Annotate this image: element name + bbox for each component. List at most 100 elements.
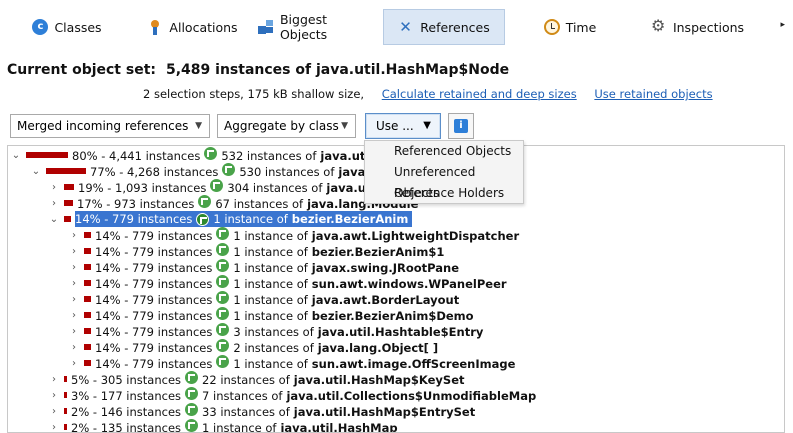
row-percent: 14% - 779 instances xyxy=(95,341,213,355)
use-button[interactable]: Use ... ▼ xyxy=(365,113,441,139)
reference-holder-icon xyxy=(216,323,230,336)
row-content: 14% - 779 instances 2 instances of java.la… xyxy=(95,339,438,355)
row-content: 14% - 779 instances 1 instance of bezier.B… xyxy=(75,211,413,227)
chevron-right-icon[interactable]: › xyxy=(68,230,80,241)
tab-allocations[interactable]: Allocations xyxy=(140,9,245,45)
percentage-bar xyxy=(46,168,86,174)
row-class-name: javax.swing.JRootPane xyxy=(311,261,460,275)
tree-row[interactable]: › 14% - 779 instances 1 instance of javax.s… xyxy=(68,259,459,275)
aggregate-value: Aggregate by class xyxy=(224,119,339,133)
row-content: 5% - 305 instances 22 instances of java.ut… xyxy=(71,371,464,387)
calculate-retained-link[interactable]: Calculate retained and deep sizes xyxy=(382,87,577,101)
chevron-right-icon[interactable]: › xyxy=(68,358,80,369)
chevron-right-icon[interactable]: › xyxy=(48,374,60,385)
chevron-down-icon[interactable]: ⌄ xyxy=(48,214,60,225)
percentage-bar xyxy=(84,232,91,238)
reference-mode-value: Merged incoming references xyxy=(17,119,189,133)
tab-time[interactable]: Time xyxy=(530,9,610,45)
tab-references[interactable]: References xyxy=(383,9,505,45)
tab-label: Classes xyxy=(54,19,102,35)
row-holder-count: 1 instance of xyxy=(233,293,308,307)
row-class-name: bezier.BezierAnim xyxy=(291,212,409,226)
row-class-name: java.util.HashMap$EntrySet xyxy=(293,405,476,419)
object-set-label: Current object set: xyxy=(7,62,156,78)
reference-holder-icon xyxy=(198,195,212,208)
tree-row[interactable]: › 2% - 146 instances 33 instances of java.u… xyxy=(48,403,475,419)
object-set-info: 2 selection steps, 175 kB shallow size, … xyxy=(143,87,713,101)
row-class-name: java.util.HashMap xyxy=(280,421,398,433)
tree-row[interactable]: › 14% - 779 instances 3 instances of java.u… xyxy=(68,323,483,339)
tree-row[interactable]: › 14% - 779 instances 1 instance of sun.awt… xyxy=(68,275,507,291)
row-content: 14% - 779 instances 1 instance of java.awt… xyxy=(95,291,459,307)
chevron-right-icon[interactable]: › xyxy=(48,422,60,433)
chevron-right-icon[interactable]: › xyxy=(68,278,80,289)
menu-item-unreferenced-objects[interactable]: Unreferenced Objects xyxy=(365,162,523,200)
menu-item-referenced-objects[interactable]: Referenced Objects xyxy=(365,141,523,162)
chevron-right-icon[interactable]: › xyxy=(68,310,80,321)
chevron-right-icon[interactable]: › xyxy=(48,390,60,401)
use-menu: Referenced Objects Unreferenced Objects … xyxy=(364,140,524,204)
reference-mode-select[interactable]: Merged incoming references ▼ xyxy=(10,114,210,138)
percentage-bar xyxy=(64,200,73,206)
reference-holder-icon xyxy=(185,387,199,400)
chevron-right-icon[interactable]: › xyxy=(48,198,60,209)
chevron-right-icon[interactable]: › xyxy=(68,246,80,257)
row-holder-count: 1 instance of xyxy=(233,357,308,371)
row-content: 14% - 779 instances 3 instances of java.ut… xyxy=(95,323,483,339)
tab-biggest-objects[interactable]: Biggest Objects xyxy=(258,9,378,45)
chevron-right-icon[interactable]: › xyxy=(68,342,80,353)
time-icon xyxy=(543,19,560,35)
reference-holder-icon xyxy=(216,339,230,352)
view-tabs: c Classes Allocations Biggest Objects Re… xyxy=(0,0,793,54)
current-object-set: Current object set: 5,489 instances of ja… xyxy=(7,62,509,78)
tree-row[interactable]: › 14% - 779 instances 1 instance of java.aw… xyxy=(68,227,519,243)
row-percent: 14% - 779 instances xyxy=(95,325,213,339)
percentage-bar xyxy=(64,408,67,414)
tab-classes[interactable]: c Classes xyxy=(22,9,112,45)
chevron-down-icon[interactable]: ⌄ xyxy=(10,150,22,161)
percentage-bar xyxy=(64,216,71,222)
tree-row[interactable]: › 14% - 779 instances 2 instances of java.l… xyxy=(68,339,438,355)
row-holder-count: 33 instances of xyxy=(202,405,290,419)
tabs-overflow-icon[interactable]: ▸ xyxy=(780,20,785,30)
tree-row[interactable]: › 14% - 779 instances 1 instance of bezier.… xyxy=(68,307,474,323)
percentage-bar xyxy=(64,392,67,398)
chevron-right-icon[interactable]: › xyxy=(48,182,60,193)
tree-row[interactable]: › 3% - 177 instances 7 instances of java.ut… xyxy=(48,387,536,403)
reference-holder-icon xyxy=(216,259,230,272)
selection-steps-text: 2 selection steps, 175 kB shallow size, xyxy=(143,87,365,101)
row-content: 14% - 779 instances 1 instance of sun.awt.… xyxy=(95,355,515,371)
percentage-bar xyxy=(84,328,91,334)
tab-label: Biggest Objects xyxy=(279,12,328,42)
chevron-down-icon[interactable]: ⌄ xyxy=(30,166,42,177)
tree-row[interactable]: › 5% - 305 instances 22 instances of java.u… xyxy=(48,371,464,387)
tab-inspections[interactable]: Inspections xyxy=(645,9,750,45)
chevron-right-icon[interactable]: › xyxy=(48,406,60,417)
tree-row[interactable]: ⌄ 14% - 779 instances 1 instance of bezier.… xyxy=(48,211,413,227)
menu-item-reference-holders[interactable]: Reference Holders xyxy=(365,183,523,204)
tree-row[interactable]: › 14% - 779 instances 1 instance of bezier.… xyxy=(68,243,444,259)
percentage-bar xyxy=(84,312,91,318)
row-class-name: java.lang.Object[ ] xyxy=(317,341,439,355)
object-set-value: 5,489 instances of java.util.HashMap$Nod… xyxy=(166,62,510,78)
row-holder-count: 1 instance of xyxy=(233,277,308,291)
reference-holder-icon xyxy=(216,227,230,240)
row-holder-count: 532 instances of xyxy=(221,149,317,163)
tree-row[interactable]: › 14% - 779 instances 1 instance of java.aw… xyxy=(68,291,459,307)
chevron-right-icon[interactable]: › xyxy=(68,326,80,337)
aggregate-select[interactable]: Aggregate by class ▼ xyxy=(217,114,356,138)
tree-row[interactable]: › 17% - 973 instances 67 instances of java.… xyxy=(48,195,418,211)
use-retained-objects-link[interactable]: Use retained objects xyxy=(594,87,712,101)
row-content: 3% - 177 instances 7 instances of java.uti… xyxy=(71,387,536,403)
row-holder-count: 1 instance of xyxy=(213,212,288,226)
row-holder-count: 67 instances of xyxy=(215,197,304,211)
chevron-right-icon[interactable]: › xyxy=(68,294,80,305)
row-content: 14% - 779 instances 1 instance of bezier.B… xyxy=(95,307,474,323)
show-info-button[interactable]: i xyxy=(448,113,474,139)
tree-row[interactable]: › 14% - 779 instances 1 instance of sun.awt… xyxy=(68,355,515,371)
biggest-objects-icon xyxy=(258,19,274,35)
row-content: 2% - 146 instances 33 instances of java.ut… xyxy=(71,403,475,419)
info-icon: i xyxy=(454,119,468,133)
chevron-right-icon[interactable]: › xyxy=(68,262,80,273)
tree-row[interactable]: › 2% - 135 instances 1 instance of java.uti… xyxy=(48,419,398,433)
